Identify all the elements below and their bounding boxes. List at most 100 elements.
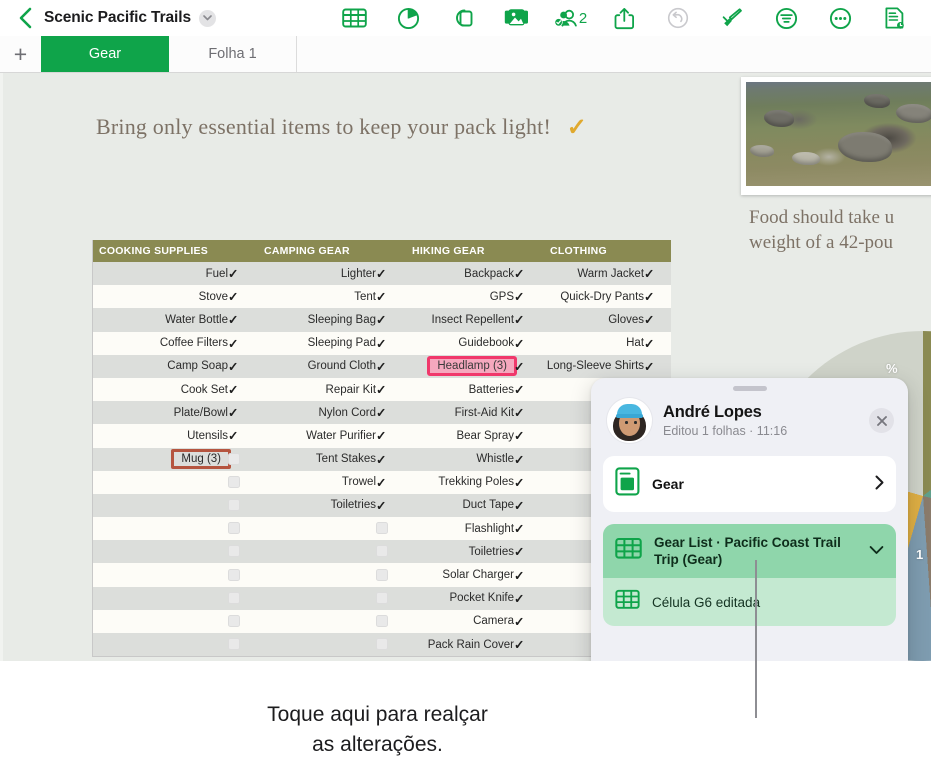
table-row[interactable]: Pack Rain Cover✓✓ [93,633,672,657]
format-brush-icon[interactable] [705,0,759,36]
cell-checkmark[interactable]: ✓ [514,586,545,610]
cell-item-name[interactable]: Headlamp (3) [406,354,518,378]
cell-checkmark[interactable]: ✓ [376,331,407,355]
cell-item-name[interactable]: Water Purifier [258,424,377,448]
checkbox-icon[interactable] [228,475,240,488]
close-icon[interactable] [869,408,894,433]
cell-checkbox-empty[interactable] [376,586,407,610]
tab-gear[interactable]: Gear [41,36,169,72]
column-header-camping[interactable]: CAMPING GEAR [258,240,407,262]
cell-checkmark[interactable]: ✓ [228,262,259,286]
cell-item-name[interactable]: Lighter [258,262,377,286]
photo-card[interactable] [741,77,931,195]
cell-checkbox-empty[interactable] [228,447,259,471]
cell-checkmark[interactable]: ✓ [514,493,545,518]
checkbox-icon[interactable] [228,638,240,651]
cell-checkmark[interactable]: ✓ [514,377,545,402]
table-row[interactable]: Pocket Knife✓✓ [93,586,672,610]
cell-item-name[interactable]: Plate/Bowl [93,401,228,425]
cell-checkmark[interactable]: ✓ [514,540,545,564]
cell-checkbox-empty[interactable] [376,563,407,587]
cell-checkmark[interactable]: ✓ [514,308,545,332]
table-row[interactable]: Trowel✓Trekking Poles✓S✓ [93,470,672,494]
table-row[interactable]: Toiletries✓Sung✓ [93,540,672,564]
cell-checkbox-empty[interactable] [376,609,407,633]
cell-item-name[interactable]: Utensils [93,424,228,448]
collaborate-icon[interactable]: 2 [543,0,597,36]
cell-item-name[interactable]: Guidebook [406,331,515,355]
cell-checkmark[interactable]: ✓ [228,401,259,425]
cell-checkmark[interactable]: ✓ [644,331,672,355]
cell-item-name[interactable]: Sleeping Bag [258,308,377,332]
more-icon[interactable] [813,0,867,36]
chevron-right-icon[interactable] [875,475,884,494]
cell-checkbox-empty[interactable] [376,540,407,564]
cell-checkmark[interactable]: ✓ [376,354,407,378]
cell-item-name[interactable]: Hat [544,331,645,355]
cell-item-name[interactable]: First-Aid Kit [406,401,515,425]
checkbox-icon[interactable] [376,614,389,627]
cell-checkmark[interactable]: ✓ [514,262,545,286]
cell-checkbox-empty[interactable] [228,540,259,564]
checkbox-icon[interactable] [376,568,389,581]
cell-item-name[interactable]: Nylon Cord [258,401,377,425]
sheet-row-gear[interactable]: Gear [603,456,896,512]
share-icon[interactable] [597,0,651,36]
checkbox-icon[interactable] [376,545,389,558]
cell-checkmark[interactable]: ✓ [644,308,672,332]
cell-checkmark[interactable]: ✓ [228,285,259,309]
cell-item-name[interactable]: Ground Cloth [258,354,377,378]
cell-item-name[interactable]: Long-Sleeve Shirts [544,354,645,378]
cell-item-name[interactable]: Toiletries [406,540,515,564]
cell-checkbox-empty[interactable] [228,517,259,541]
cell-checkmark[interactable]: ✓ [228,308,259,332]
cell-item-name[interactable]: Duct Tape [406,493,515,518]
cell-item-name[interactable]: Toiletries [258,493,377,518]
cell-item-name[interactable] [93,609,228,633]
cell-checkmark[interactable]: ✓ [644,354,672,378]
cell-item-name[interactable] [93,586,228,610]
cell-checkmark[interactable]: ✓ [228,424,259,448]
table-row[interactable]: Utensils✓Water Purifier✓Bear Spray✓✓ [93,424,672,448]
cell-checkmark[interactable]: ✓ [228,354,259,378]
table-row[interactable]: Camera✓✓ [93,609,672,633]
cell-checkmark[interactable]: ✓ [514,470,545,494]
column-header-cooking[interactable]: COOKING SUPPLIES [93,240,259,262]
cell-item-name[interactable]: Tent [258,285,377,309]
cell-item-name[interactable]: Solar Charger [406,563,515,587]
cell-item-name[interactable]: Coffee Filters [93,331,228,355]
cell-item-name[interactable] [258,563,377,587]
tab-folha-1[interactable]: Folha 1 [169,36,297,72]
cell-checkbox-empty[interactable] [228,493,259,518]
cell-checkbox-empty[interactable] [228,609,259,633]
cell-item-name[interactable]: Repair Kit [258,377,377,402]
cell-item-name[interactable]: Tent Stakes [258,447,377,471]
table-row[interactable]: Mug (3)Tent Stakes✓Whistle✓✓ [93,447,672,471]
checkbox-icon[interactable] [228,591,240,604]
cell-item-name[interactable] [258,586,377,610]
cell-item-name[interactable]: Flashlight [406,517,515,541]
cell-checkmark[interactable]: ✓ [514,354,545,378]
checkbox-icon[interactable] [228,614,240,627]
cell-checkmark[interactable]: ✓ [376,470,407,494]
cell-checkmark[interactable]: ✓ [514,424,545,448]
cell-checkmark[interactable]: ✓ [376,308,407,332]
checkbox-icon[interactable] [376,591,389,604]
cell-item-name[interactable] [258,609,377,633]
collaboration-activity-popup[interactable]: André Lopes Editou 1 folhas · 11:16 Gear [591,378,908,661]
cell-checkmark[interactable]: ✓ [376,285,407,309]
table-row[interactable]: Coffee Filters ✓ Sleeping Pad ✓ Guidebook ✓ Ha… [93,331,672,355]
cell-checkbox-empty[interactable] [376,633,407,657]
cell-checkmark[interactable]: ✓ [376,401,407,425]
checkbox-icon[interactable] [228,568,240,581]
cell-item-name[interactable]: Insect Repellent [406,308,515,332]
change-group-header[interactable]: Gear List · Pacific Coast Trail Trip (Ge… [603,524,896,578]
text-format-icon[interactable] [759,0,813,36]
cell-item-name[interactable]: Mug (3) [93,447,231,471]
gear-table[interactable]: COOKING SUPPLIES CAMPING GEAR HIKING GEA… [92,240,672,658]
cell-item-name[interactable]: Quick-Dry Pants [544,285,645,309]
cell-item-name[interactable] [258,633,377,657]
cell-checkmark[interactable]: ✓ [514,633,545,657]
table-row[interactable]: Camp Soap ✓ Ground Cloth ✓ Headlamp (3) ✓ Long… [93,354,672,378]
checkbox-icon[interactable] [228,522,240,535]
